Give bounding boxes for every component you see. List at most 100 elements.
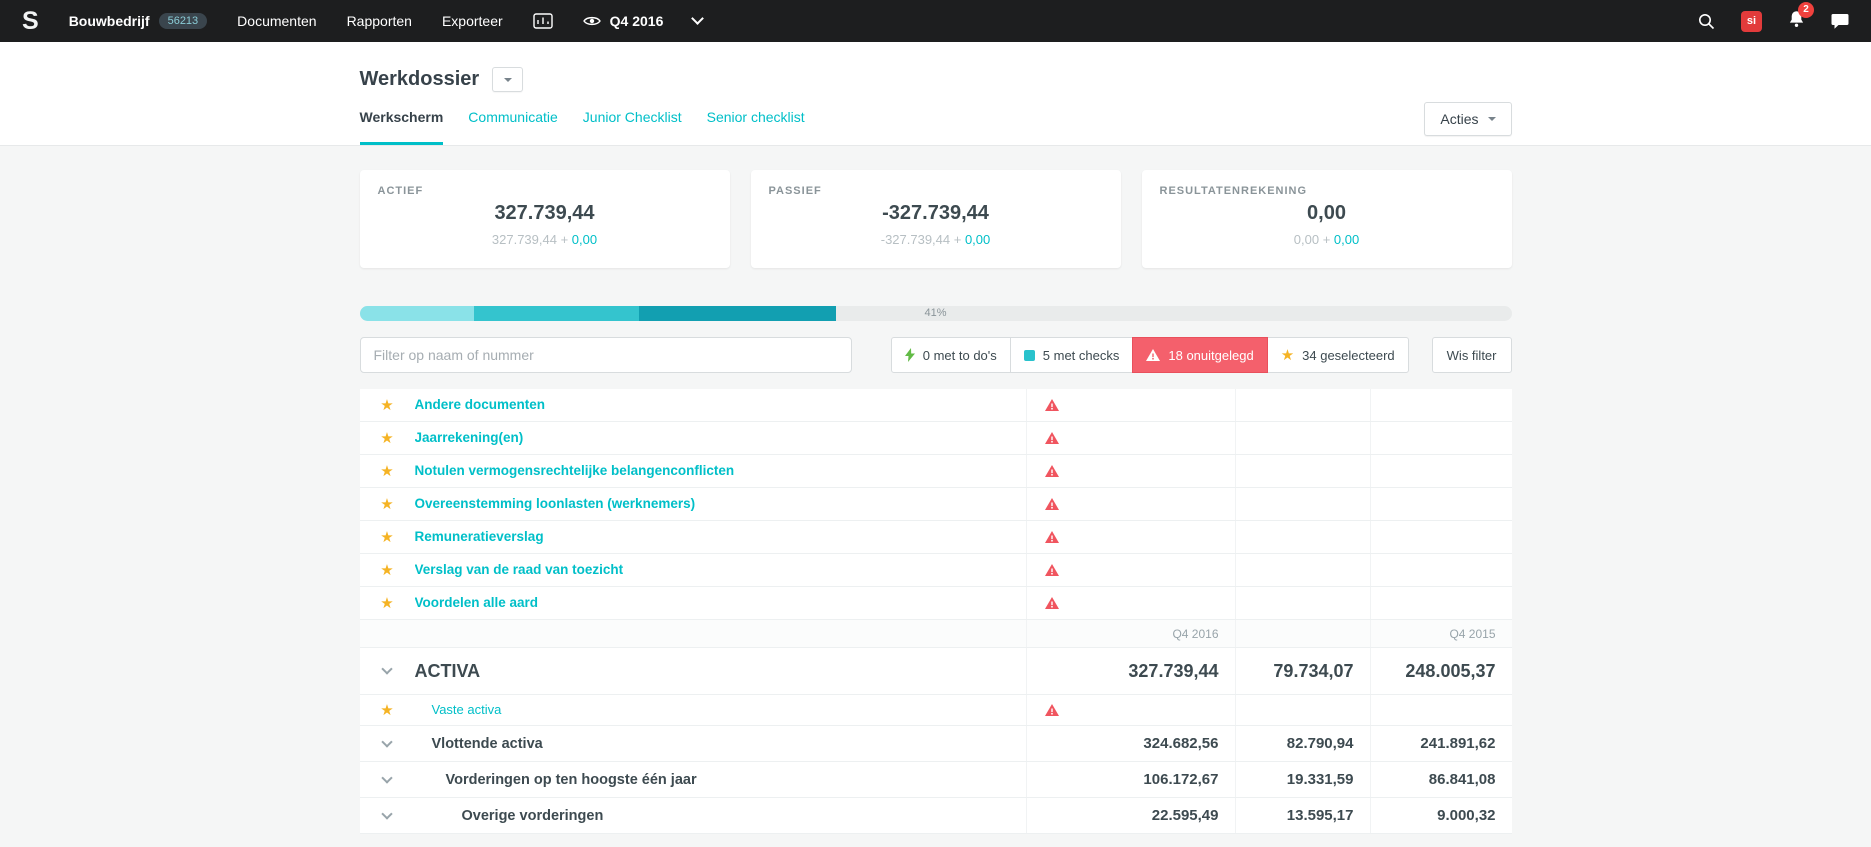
- amount-cell: [1369, 554, 1512, 586]
- statement-row-activa[interactable]: ACTIVA 327.739,44 79.734,07 248.005,37: [359, 648, 1512, 695]
- company-id-badge: 56213: [158, 13, 208, 29]
- nav-item-documenten[interactable]: Documenten: [237, 13, 316, 29]
- row-name: Vlottende activa: [431, 735, 543, 752]
- period-label: Q4 2016: [609, 13, 664, 29]
- filter-button-group: 0 met to do's 5 met checks 18 onuitgeleg…: [890, 337, 1409, 373]
- expand-chevron-icon[interactable]: [381, 807, 393, 820]
- filter-input[interactable]: [359, 337, 852, 373]
- document-row[interactable]: ★ Voordelen alle aard: [359, 587, 1512, 620]
- star-icon[interactable]: ★: [380, 431, 393, 446]
- filter-selected-button[interactable]: ★ 34 geselecteerd: [1266, 337, 1409, 373]
- period-selector[interactable]: Q4 2016: [582, 13, 664, 29]
- tab-senior-checklist[interactable]: Senior checklist: [707, 109, 805, 145]
- nav-item-rapporten[interactable]: Rapporten: [347, 13, 412, 29]
- summary-card-actief[interactable]: ACTIEF 327.739,44 327.739,44 + 0,00: [359, 170, 730, 268]
- warning-triangle-icon: [1044, 498, 1059, 510]
- document-row[interactable]: ★ Andere documenten: [359, 389, 1512, 422]
- star-icon[interactable]: ★: [380, 497, 393, 512]
- sync-app-icon[interactable]: si: [1741, 10, 1762, 32]
- document-link[interactable]: Andere documenten: [415, 397, 546, 412]
- filter-todos-button[interactable]: 0 met to do's: [890, 337, 1011, 373]
- expand-chevron-icon[interactable]: [381, 663, 393, 675]
- summary-card-resultatenrekening[interactable]: RESULTATENREKENING 0,00 0,00 + 0,00: [1141, 170, 1512, 268]
- filter-checks-button[interactable]: 5 met checks: [1009, 337, 1134, 373]
- clear-filter-button[interactable]: Wis filter: [1431, 337, 1512, 373]
- filter-unexplained-label: 18 onuitgelegd: [1168, 347, 1254, 363]
- tab-communicatie[interactable]: Communicatie: [468, 109, 557, 145]
- document-link[interactable]: Overeenstemming loonlasten (werknemers): [415, 496, 696, 511]
- card-value: 327.739,44: [494, 202, 595, 224]
- document-link[interactable]: Jaarrekening(en): [415, 430, 524, 445]
- document-row[interactable]: ★ Remuneratieverslag: [359, 521, 1512, 554]
- lightning-icon: [904, 348, 915, 362]
- amount-cell: [1369, 422, 1512, 454]
- filter-unexplained-button[interactable]: 18 onuitgelegd: [1132, 337, 1268, 373]
- statement-row-vlottende-activa[interactable]: Vlottende activa 324.682,56 82.790,94 24…: [359, 726, 1512, 762]
- card-value: -327.739,44: [882, 202, 989, 224]
- document-row[interactable]: ★ Jaarrekening(en): [359, 422, 1512, 455]
- nav-item-exporteer[interactable]: Exporteer: [442, 13, 503, 29]
- star-icon[interactable]: ★: [380, 530, 393, 545]
- amount-cell: [1234, 587, 1370, 619]
- warning-triangle-icon: [1146, 349, 1161, 361]
- document-link[interactable]: Notulen vermogensrechtelijke belangencon…: [415, 463, 735, 478]
- insights-icon[interactable]: [532, 13, 553, 29]
- expand-chevron-icon[interactable]: [381, 771, 393, 784]
- amount-cell: 248.005,37: [1369, 648, 1512, 694]
- filter-selected-label: 34 geselecteerd: [1302, 347, 1395, 363]
- filter-row: 0 met to do's 5 met checks 18 onuitgeleg…: [359, 337, 1512, 373]
- amount-cell: [1234, 389, 1370, 421]
- card-subtitle: 0,00 + 0,00: [1293, 232, 1360, 247]
- notifications-bell-icon[interactable]: 2: [1788, 1, 1814, 33]
- amount-cell: [1234, 521, 1370, 553]
- document-link[interactable]: Remuneratieverslag: [415, 529, 544, 544]
- summary-card-passief[interactable]: PASSIEF -327.739,44 -327.739,44 + 0,00: [750, 170, 1121, 268]
- card-subtitle: 327.739,44 + 0,00: [491, 232, 598, 247]
- row-name: Vorderingen op ten hoogste één jaar: [445, 771, 697, 788]
- amount-cell: [1369, 488, 1512, 520]
- title-dropdown-button[interactable]: [492, 67, 524, 92]
- account-link[interactable]: Vaste activa: [432, 702, 502, 717]
- search-icon[interactable]: [1698, 13, 1715, 30]
- amount-cell: 241.891,62: [1369, 726, 1512, 761]
- notification-count-badge: 2: [1798, 1, 1814, 18]
- warning-triangle-icon: [1044, 597, 1059, 609]
- page-header: Werkdossier Werkscherm Communicatie Juni…: [0, 42, 1871, 146]
- amount-cell: 19.331,59: [1234, 762, 1370, 797]
- company-selector[interactable]: Bouwbedrijf 56213: [69, 13, 208, 29]
- amount-cell: [1234, 695, 1370, 725]
- warning-triangle-icon: [1044, 531, 1059, 543]
- document-row[interactable]: ★ Overeenstemming loonlasten (werknemers…: [359, 488, 1512, 521]
- amount-cell: [1369, 455, 1512, 487]
- column-header-q4-2016: Q4 2016: [1172, 626, 1219, 641]
- tab-werkscherm[interactable]: Werkscherm: [359, 109, 444, 145]
- document-link[interactable]: Verslag van de raad van toezicht: [415, 562, 624, 577]
- chat-icon[interactable]: [1831, 13, 1849, 30]
- amount-cell: [1234, 554, 1370, 586]
- amount-cell: [1234, 488, 1370, 520]
- document-link[interactable]: Voordelen alle aard: [415, 595, 539, 610]
- star-icon[interactable]: ★: [380, 703, 393, 718]
- amount-cell: [1369, 587, 1512, 619]
- document-row[interactable]: ★ Verslag van de raad van toezicht: [359, 554, 1512, 587]
- document-row[interactable]: ★ Notulen vermogensrechtelijke belangenc…: [359, 455, 1512, 488]
- statement-row-vaste-activa[interactable]: ★ Vaste activa: [359, 695, 1512, 726]
- navbar-left: S Bouwbedrijf 56213 Documenten Rapporten…: [22, 8, 705, 34]
- warning-triangle-icon: [1044, 465, 1059, 477]
- main-content: ACTIEF 327.739,44 327.739,44 + 0,00 PASS…: [0, 146, 1871, 834]
- star-icon[interactable]: ★: [380, 464, 393, 479]
- star-icon[interactable]: ★: [380, 563, 393, 578]
- nav-chevron-down-icon[interactable]: [691, 12, 705, 25]
- amount-cell: [1369, 695, 1512, 725]
- app-logo[interactable]: S: [22, 8, 39, 34]
- progress-percent-label: 41%: [924, 307, 947, 319]
- tab-junior-checklist[interactable]: Junior Checklist: [583, 109, 682, 145]
- warning-triangle-icon: [1044, 432, 1059, 444]
- acties-button[interactable]: Acties: [1424, 102, 1512, 136]
- statement-row-vorderingen[interactable]: Vorderingen op ten hoogste één jaar 106.…: [359, 762, 1512, 798]
- star-icon[interactable]: ★: [380, 596, 393, 611]
- expand-chevron-icon[interactable]: [381, 735, 393, 748]
- statement-row-overige-vorderingen[interactable]: Overige vorderingen 22.595,49 13.595,17 …: [359, 798, 1512, 834]
- card-delta: 0,00: [1333, 232, 1360, 247]
- star-icon[interactable]: ★: [380, 398, 393, 413]
